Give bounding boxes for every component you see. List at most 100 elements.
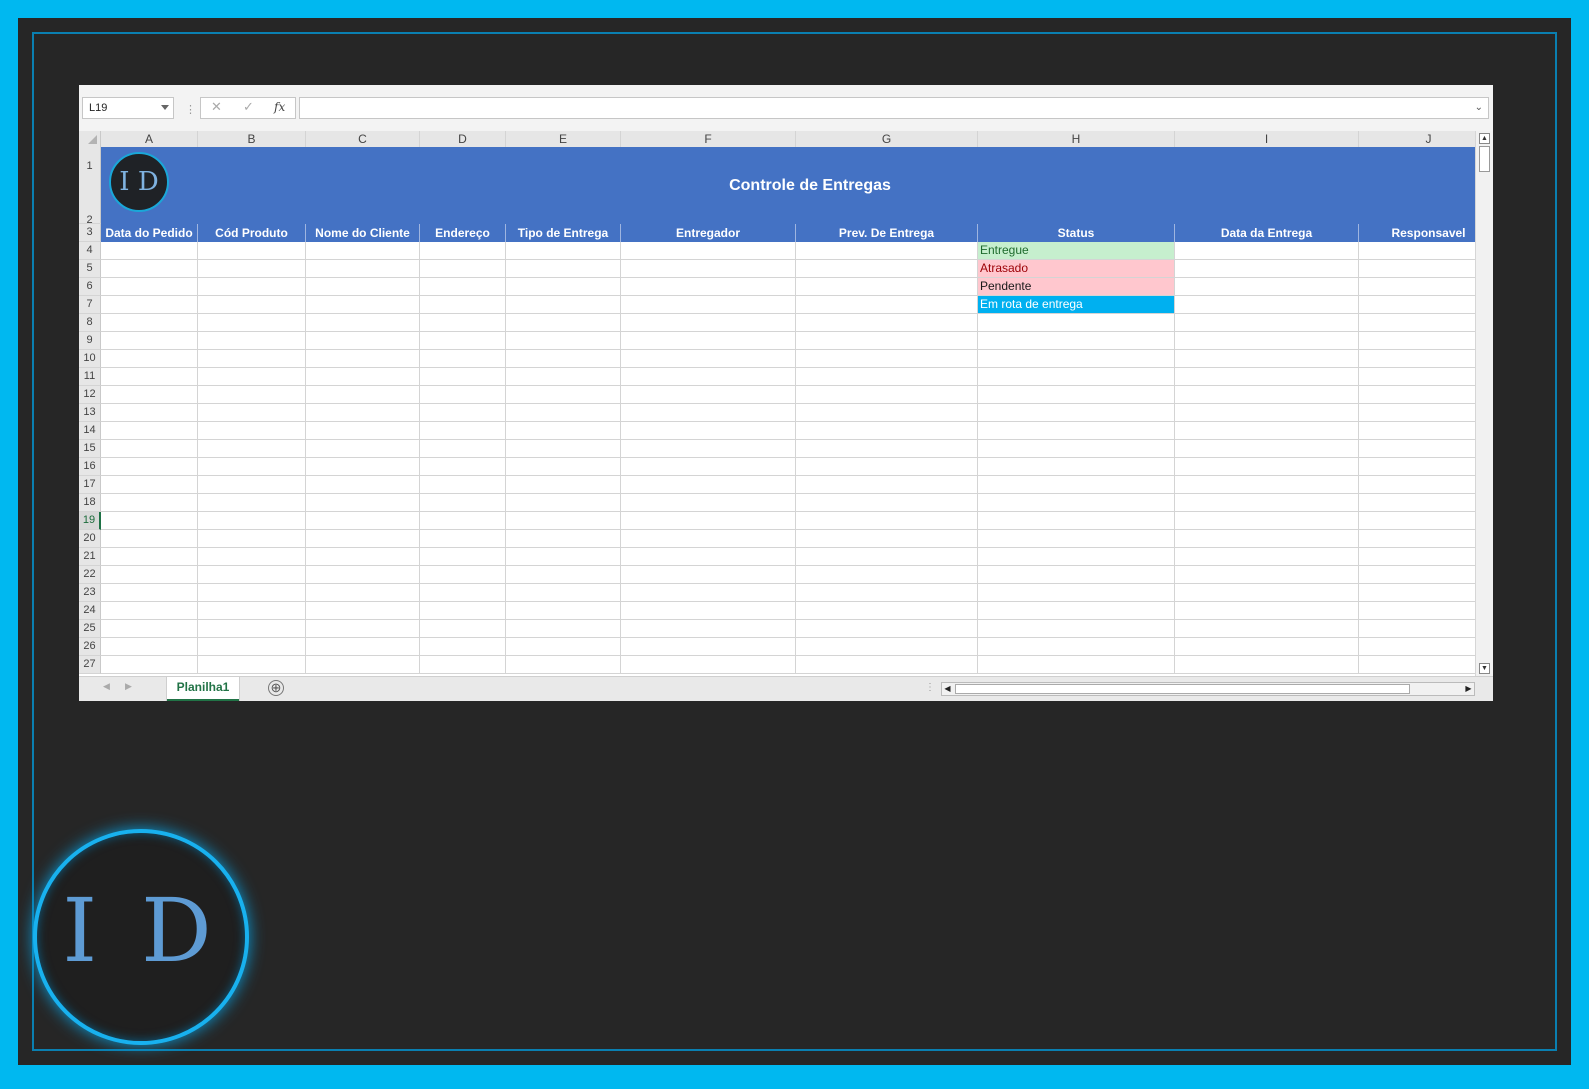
row-header-3[interactable]: 3	[79, 224, 101, 242]
cell-j6[interactable]	[1359, 278, 1475, 296]
cell-e7[interactable]	[506, 296, 621, 314]
select-all-corner[interactable]	[79, 131, 101, 147]
cell-e27[interactable]	[506, 656, 621, 674]
cell-d4[interactable]	[420, 242, 506, 260]
cell-c22[interactable]	[306, 566, 420, 584]
cell-d14[interactable]	[420, 422, 506, 440]
row-header-6[interactable]: 6	[79, 278, 101, 296]
cell-d25[interactable]	[420, 620, 506, 638]
cell-c25[interactable]	[306, 620, 420, 638]
cell-a12[interactable]	[101, 386, 198, 404]
cell-h19[interactable]	[978, 512, 1175, 530]
cell-e6[interactable]	[506, 278, 621, 296]
cell-c24[interactable]	[306, 602, 420, 620]
cell-b22[interactable]	[198, 566, 306, 584]
cell-j18[interactable]	[1359, 494, 1475, 512]
cell-b11[interactable]	[198, 368, 306, 386]
cell-a4[interactable]	[101, 242, 198, 260]
cell-j24[interactable]	[1359, 602, 1475, 620]
cell-d11[interactable]	[420, 368, 506, 386]
cell-e26[interactable]	[506, 638, 621, 656]
cell-g21[interactable]	[796, 548, 978, 566]
cell-d17[interactable]	[420, 476, 506, 494]
vertical-scroll-thumb[interactable]	[1479, 146, 1490, 172]
cell-h10[interactable]	[978, 350, 1175, 368]
cell-g4[interactable]	[796, 242, 978, 260]
cell-a18[interactable]	[101, 494, 198, 512]
table-header-8[interactable]: Status	[978, 224, 1175, 242]
cell-d12[interactable]	[420, 386, 506, 404]
cell-e9[interactable]	[506, 332, 621, 350]
cell-j14[interactable]	[1359, 422, 1475, 440]
row-header-2[interactable]: 2	[79, 208, 101, 226]
row-header-15[interactable]: 15	[79, 440, 101, 458]
cell-j26[interactable]	[1359, 638, 1475, 656]
cell-i5[interactable]	[1175, 260, 1359, 278]
cell-f23[interactable]	[621, 584, 796, 602]
cell-e12[interactable]	[506, 386, 621, 404]
formula-input[interactable]: ⌄	[299, 97, 1489, 119]
cell-a26[interactable]	[101, 638, 198, 656]
cell-g10[interactable]	[796, 350, 978, 368]
cell-i7[interactable]	[1175, 296, 1359, 314]
cell-h25[interactable]	[978, 620, 1175, 638]
cell-d5[interactable]	[420, 260, 506, 278]
title-banner[interactable]: I D Controle de Entregas	[101, 147, 1475, 224]
status-cell-atrasado[interactable]: Atrasado	[978, 260, 1175, 278]
row-header-14[interactable]: 14	[79, 422, 101, 440]
vertical-scrollbar[interactable]: ▲ ▼	[1475, 131, 1493, 676]
cell-d18[interactable]	[420, 494, 506, 512]
cell-i22[interactable]	[1175, 566, 1359, 584]
insert-function-icon[interactable]: fx	[274, 100, 285, 114]
column-header-a[interactable]: A	[101, 131, 198, 147]
row-header-5[interactable]: 5	[79, 260, 101, 278]
name-box[interactable]: L19	[82, 97, 174, 119]
cell-f26[interactable]	[621, 638, 796, 656]
cell-g8[interactable]	[796, 314, 978, 332]
cell-c19[interactable]	[306, 512, 420, 530]
cell-h21[interactable]	[978, 548, 1175, 566]
cell-h8[interactable]	[978, 314, 1175, 332]
cell-i18[interactable]	[1175, 494, 1359, 512]
cell-a15[interactable]	[101, 440, 198, 458]
cell-i11[interactable]	[1175, 368, 1359, 386]
cell-c7[interactable]	[306, 296, 420, 314]
cell-i19[interactable]	[1175, 512, 1359, 530]
cell-c9[interactable]	[306, 332, 420, 350]
cell-j7[interactable]	[1359, 296, 1475, 314]
cell-a19[interactable]	[101, 512, 198, 530]
row-header-1[interactable]: 1	[79, 147, 101, 208]
column-header-i[interactable]: I	[1175, 131, 1359, 147]
cell-a23[interactable]	[101, 584, 198, 602]
column-header-g[interactable]: G	[796, 131, 978, 147]
cell-j9[interactable]	[1359, 332, 1475, 350]
cell-c14[interactable]	[306, 422, 420, 440]
cell-e17[interactable]	[506, 476, 621, 494]
cell-c15[interactable]	[306, 440, 420, 458]
cell-j25[interactable]	[1359, 620, 1475, 638]
cell-h9[interactable]	[978, 332, 1175, 350]
cell-a17[interactable]	[101, 476, 198, 494]
cell-b7[interactable]	[198, 296, 306, 314]
column-header-f[interactable]: F	[621, 131, 796, 147]
row-header-13[interactable]: 13	[79, 404, 101, 422]
cancel-icon[interactable]: ✕	[211, 99, 222, 115]
cell-c8[interactable]	[306, 314, 420, 332]
column-header-h[interactable]: H	[978, 131, 1175, 147]
cell-a25[interactable]	[101, 620, 198, 638]
cell-e24[interactable]	[506, 602, 621, 620]
cell-c10[interactable]	[306, 350, 420, 368]
column-header-c[interactable]: C	[306, 131, 420, 147]
cell-c21[interactable]	[306, 548, 420, 566]
cell-c4[interactable]	[306, 242, 420, 260]
cell-d26[interactable]	[420, 638, 506, 656]
cell-h12[interactable]	[978, 386, 1175, 404]
cell-j12[interactable]	[1359, 386, 1475, 404]
row-header-24[interactable]: 24	[79, 602, 101, 620]
cell-i13[interactable]	[1175, 404, 1359, 422]
cell-h26[interactable]	[978, 638, 1175, 656]
cell-i20[interactable]	[1175, 530, 1359, 548]
cell-b10[interactable]	[198, 350, 306, 368]
cell-g25[interactable]	[796, 620, 978, 638]
cell-i12[interactable]	[1175, 386, 1359, 404]
